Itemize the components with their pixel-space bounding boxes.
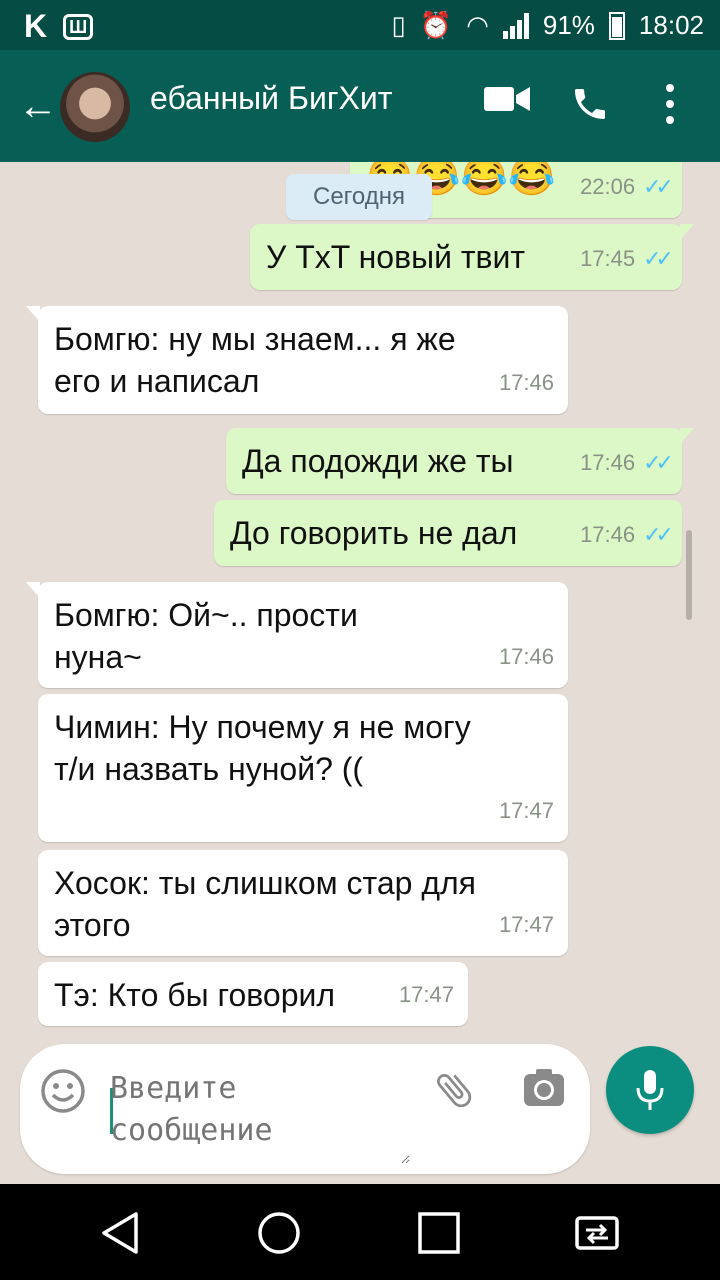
message-text: Бомгю: Ой~.. прости нуна~ bbox=[54, 597, 358, 675]
chat-header: ← ебанный БигХит bbox=[0, 50, 720, 162]
battery-icon bbox=[608, 11, 625, 40]
message-meta: 17:47 bbox=[399, 974, 454, 1016]
message-meta: 17:46 bbox=[499, 636, 554, 678]
date-chip: Сегодня bbox=[286, 174, 432, 220]
message-time: 17:47 bbox=[498, 798, 554, 823]
system-nav-bar bbox=[0, 1184, 720, 1280]
read-ticks-icon: ✓✓ bbox=[643, 246, 674, 271]
smiley-icon[interactable] bbox=[40, 1068, 86, 1114]
message-time: 17:46 bbox=[580, 522, 636, 547]
message-time: 17:45 bbox=[580, 246, 636, 271]
shop-notification-icon: Ш bbox=[63, 13, 94, 40]
signal-icon bbox=[502, 12, 529, 39]
message-bubble-in[interactable]: Хосок: ты слишком стар для этого 17:47 bbox=[38, 850, 568, 956]
switch-screen-icon[interactable] bbox=[574, 1210, 620, 1256]
phone-icon[interactable] bbox=[570, 84, 610, 124]
message-text: Хосок: ты слишком стар для этого bbox=[54, 865, 476, 943]
system-icons: ▯ ⏰ ◠ 91% 18:02 bbox=[392, 10, 705, 41]
avatar[interactable] bbox=[60, 72, 130, 142]
message-text: Тэ: Кто бы говорил bbox=[54, 977, 336, 1013]
message-bubble-in[interactable]: Чимин: Ну почему я не могу т/и назвать н… bbox=[38, 694, 568, 842]
message-bubble-in[interactable]: Тэ: Кто бы говорил 17:47 bbox=[38, 962, 468, 1026]
message-meta: 17:46 bbox=[499, 362, 554, 404]
message-time: 17:46 bbox=[580, 450, 636, 475]
vk-notification-icon: K bbox=[24, 8, 48, 44]
read-ticks-icon: ✓✓ bbox=[643, 522, 674, 547]
message-meta: 17:47 bbox=[499, 904, 554, 946]
notification-icons: K Ш bbox=[24, 8, 94, 45]
message-composer bbox=[20, 1044, 590, 1174]
recents-square-icon[interactable] bbox=[416, 1210, 462, 1256]
camera-icon[interactable] bbox=[522, 1068, 566, 1108]
back-triangle-icon[interactable] bbox=[98, 1210, 144, 1256]
vibrate-icon: ▯ bbox=[391, 10, 406, 40]
clock: 18:02 bbox=[638, 10, 704, 40]
home-circle-icon[interactable] bbox=[256, 1210, 302, 1256]
chat-title[interactable]: ебанный БигХит bbox=[150, 80, 392, 117]
message-text: Да подожди же ты bbox=[242, 443, 514, 479]
arrow-left-icon[interactable]: ← bbox=[18, 86, 58, 126]
message-time: 22:06 bbox=[580, 174, 636, 199]
message-bubble-in[interactable]: Бомгю: Ой~.. прости нуна~ 17:46 bbox=[26, 582, 568, 688]
message-text: Чимин: Ну почему я не могу т/и назвать н… bbox=[54, 709, 471, 787]
message-input[interactable] bbox=[110, 1064, 410, 1164]
message-bubble-out[interactable]: До говорить не дал 17:46 ✓✓ bbox=[214, 500, 682, 566]
message-time: 17:46 bbox=[498, 370, 554, 395]
alarm-icon: ⏰ bbox=[419, 10, 453, 40]
message-meta: 17:46 ✓✓ bbox=[580, 514, 674, 556]
battery-percent: 91% bbox=[542, 10, 595, 40]
message-time: 17:47 bbox=[398, 982, 454, 1007]
message-bubble-out[interactable]: У TxT новый твит 17:45 ✓✓ bbox=[250, 224, 694, 290]
message-meta: 17:47 bbox=[499, 790, 554, 832]
message-bubble-out[interactable]: Да подожди же ты 17:46 ✓✓ bbox=[226, 428, 694, 494]
message-text: До говорить не дал bbox=[230, 515, 518, 551]
more-vert-icon[interactable] bbox=[660, 82, 680, 126]
microphone-icon bbox=[636, 1070, 664, 1110]
wifi-icon: ◠ bbox=[466, 10, 489, 40]
video-camera-icon[interactable] bbox=[484, 84, 530, 114]
message-meta: 17:45 ✓✓ bbox=[580, 238, 674, 280]
status-bar: K Ш ▯ ⏰ ◠ 91% 18:02 bbox=[0, 0, 720, 50]
message-text: У TxT новый твит bbox=[266, 239, 526, 275]
message-meta: 22:06 ✓✓ bbox=[580, 166, 674, 208]
message-time: 17:46 bbox=[498, 644, 554, 669]
scrollbar-thumb[interactable] bbox=[686, 530, 692, 620]
message-bubble-in[interactable]: Бомгю: ну мы знаем... я же его и написал… bbox=[26, 306, 568, 414]
message-meta: 17:46 ✓✓ bbox=[580, 442, 674, 484]
read-ticks-icon: ✓✓ bbox=[643, 450, 674, 475]
microphone-button[interactable] bbox=[606, 1046, 694, 1134]
message-list[interactable]: 😂😂😂😂 22:06 ✓✓ Сегодня У TxT новый твит 1… bbox=[0, 162, 720, 1032]
message-time: 17:47 bbox=[498, 912, 554, 937]
message-text: Бомгю: ну мы знаем... я же его и написал bbox=[54, 321, 456, 399]
read-ticks-icon: ✓✓ bbox=[643, 174, 674, 199]
paperclip-icon[interactable] bbox=[432, 1068, 476, 1112]
